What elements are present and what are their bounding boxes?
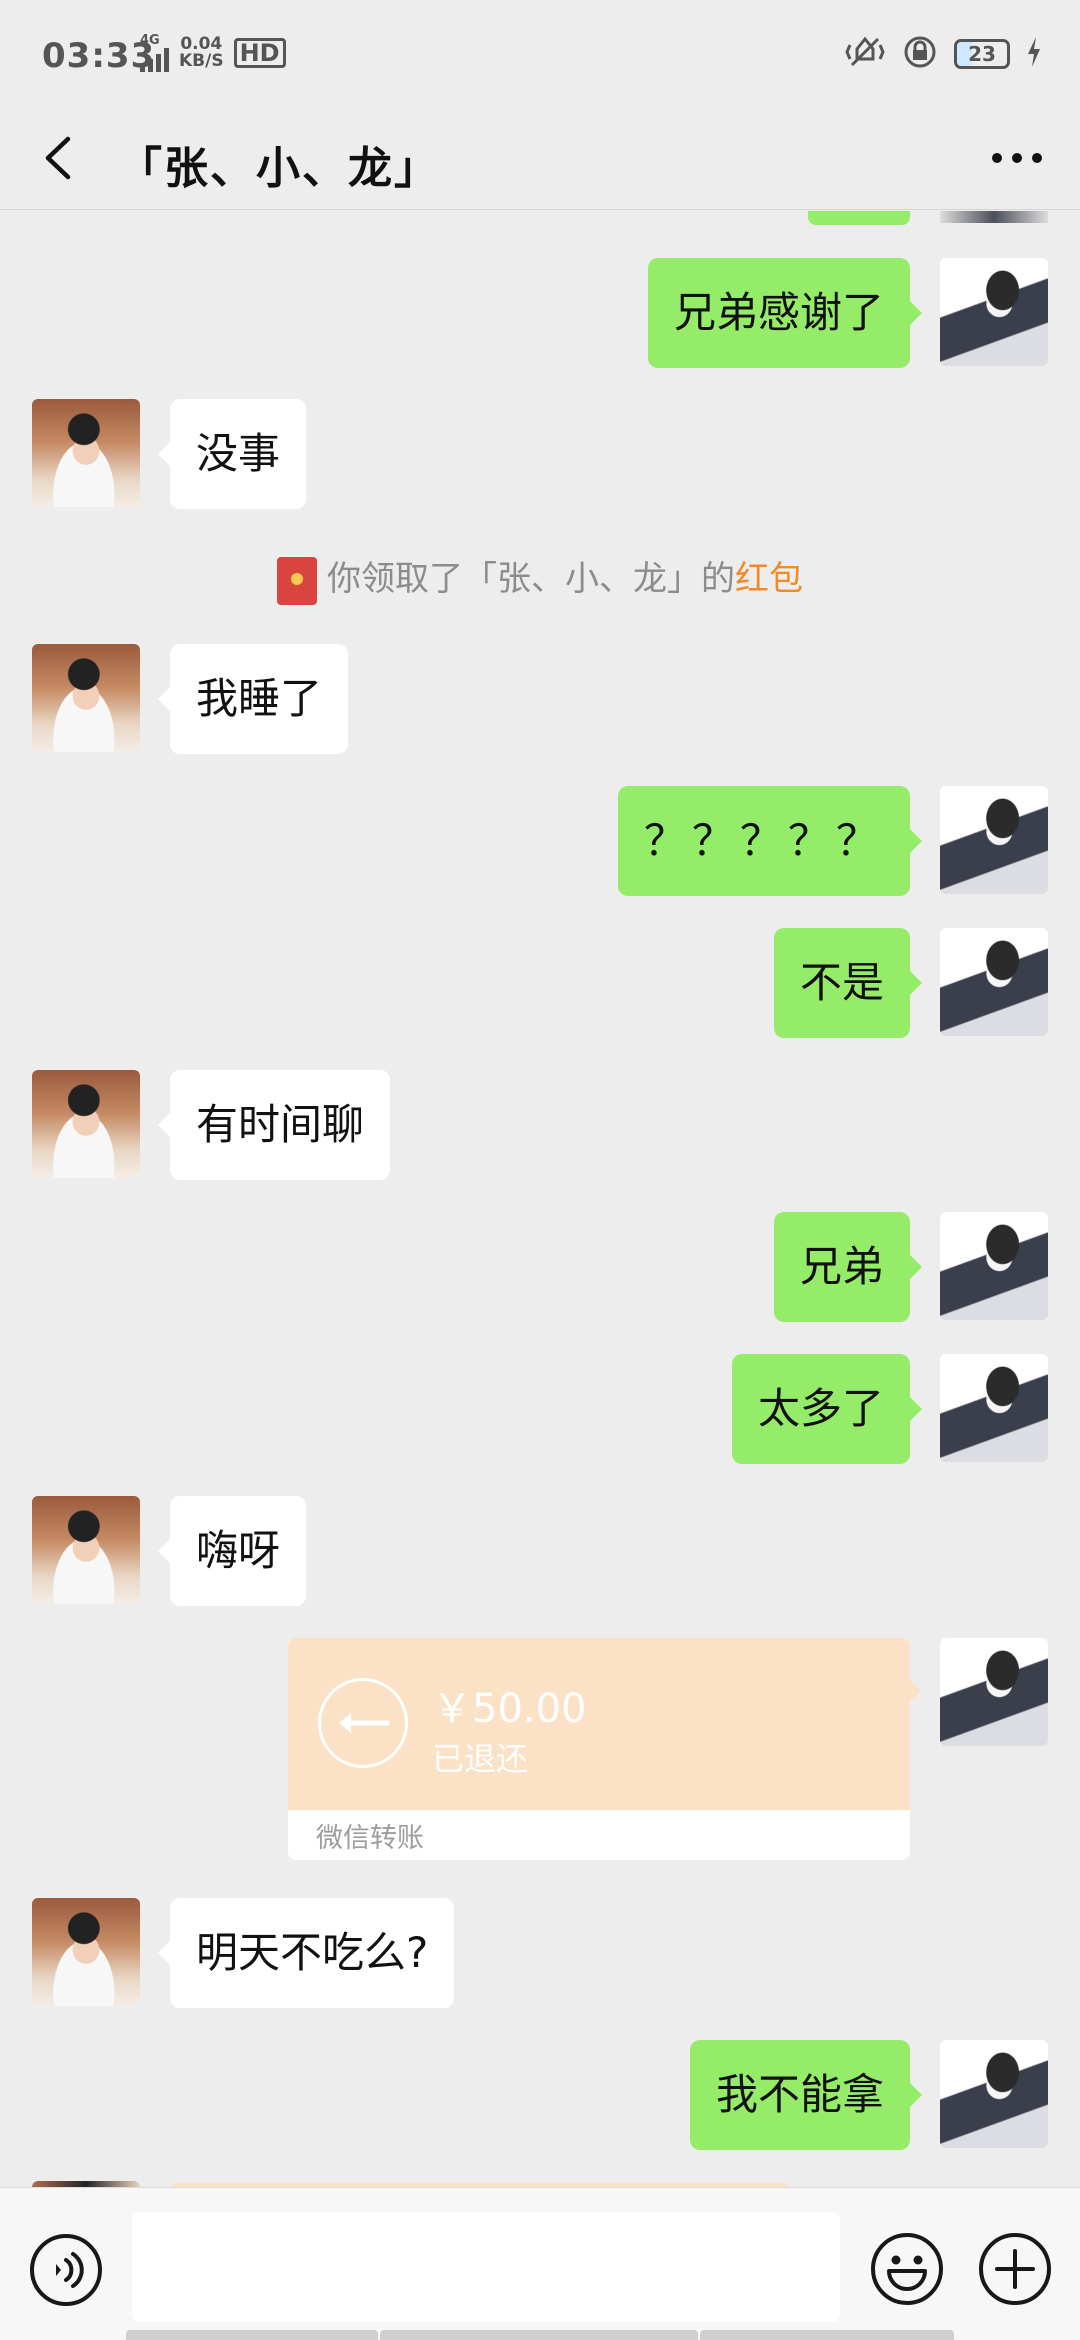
red-packet-link[interactable]: 红包 [735,559,803,599]
charging-icon [1026,37,1042,71]
self-avatar[interactable] [940,1354,1048,1462]
message-bubble-received[interactable]: 明天不吃么? [157,1898,455,2008]
message-bubble-sent[interactable]: ？？？？？ [617,786,923,896]
network-label: 4G [140,33,160,48]
emoji-icon [871,2233,943,2305]
signal-icon: 4G [140,34,169,72]
transfer-status: 已退还 [432,1740,529,1778]
nav-bar-segment [700,2330,954,2340]
status-time: 03:33 [42,36,156,76]
chat-title: 「张、小、龙」 [118,143,440,194]
status-right-icons: 23 [844,34,1042,74]
battery-icon: 23 [954,39,1010,69]
partial-self-avatar [940,211,1048,223]
friend-avatar[interactable] [32,1898,140,2006]
self-avatar[interactable] [940,258,1048,366]
plus-icon [979,2233,1051,2305]
chat-header: 「张、小、龙」 [0,110,1080,210]
message-bubble-sent[interactable]: 不是 [773,928,923,1038]
self-avatar[interactable] [940,2040,1048,2148]
self-avatar[interactable] [940,1638,1048,1746]
battery-level: 23 [968,42,996,66]
network-speed: 0.04 KB/S [179,36,224,70]
message-bubble-sent[interactable]: 我不能拿 [689,2040,923,2150]
vibrate-icon [844,35,886,73]
message-input[interactable] [132,2212,840,2322]
friend-avatar[interactable] [32,1496,140,1604]
self-avatar[interactable] [940,1212,1048,1320]
back-arrow-icon [45,136,71,180]
transfer-card[interactable]: ￥50.00 已退还 微信转账 [288,1638,910,1860]
input-bar [0,2187,1080,2340]
message-bubble-sent[interactable]: 兄弟 [773,1212,923,1322]
friend-avatar[interactable] [32,399,140,507]
message-bubble-received[interactable]: 没事 [157,399,307,509]
red-packet-notice: 你领取了「张、小、龙」的红包 [0,551,1080,605]
hd-badge: HD [233,38,286,68]
partial-message-bubble [808,211,910,225]
back-button[interactable] [28,128,88,188]
status-bar: 03:33 4G 0.04 KB/S HD 23 [0,0,1080,110]
red-packet-notice-text: 你领取了「张、小、龙」的 [327,559,735,599]
voice-button[interactable] [28,2232,104,2308]
message-bubble-received[interactable]: 我睡了 [157,644,349,754]
emoji-button[interactable] [868,2230,946,2308]
friend-avatar[interactable] [32,1070,140,1178]
message-bubble-sent[interactable]: 兄弟感谢了 [647,258,923,368]
speed-unit: KB/S [179,51,224,71]
self-avatar[interactable] [940,928,1048,1036]
lock-rotation-icon [902,34,938,74]
chat-area[interactable]: 兄弟感谢了 没事 你领取了「张、小、龙」的红包 我睡了 ？？？？？ 不是 有时间… [0,211,1080,2187]
voice-icon [30,2234,102,2306]
friend-avatar[interactable] [32,644,140,752]
more-dots-icon [992,153,1042,163]
transfer-label: 微信转账 [316,1823,424,1854]
message-bubble-received[interactable]: 有时间聊 [157,1070,391,1180]
self-avatar[interactable] [940,786,1048,894]
message-bubble-received[interactable]: 嗨呀 [157,1496,307,1606]
message-bubble-sent[interactable]: 太多了 [731,1354,923,1464]
nav-bar-segment [126,2330,378,2340]
nav-bar-segment [380,2330,698,2340]
more-options-button[interactable] [982,128,1052,188]
transfer-card-tail [908,1678,921,1704]
transfer-amount: ￥50.00 [432,1686,587,1732]
status-left-icons: 4G 0.04 KB/S HD [140,34,286,72]
red-packet-icon [277,556,317,605]
transfer-return-icon [318,1678,408,1768]
more-functions-button[interactable] [976,2230,1054,2308]
